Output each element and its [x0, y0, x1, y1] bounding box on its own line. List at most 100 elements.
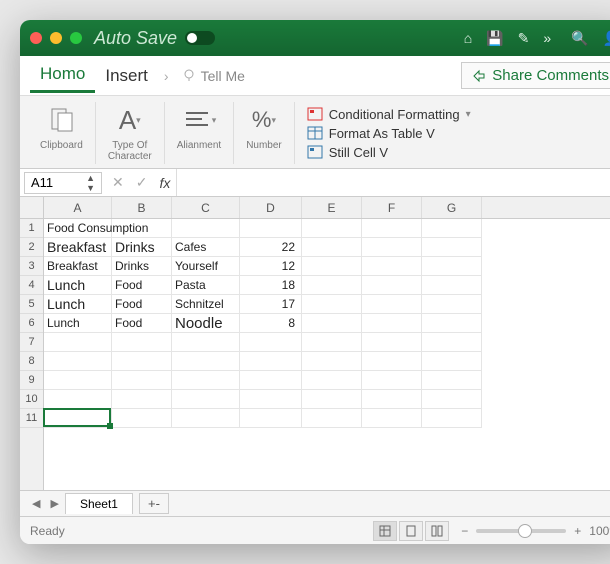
cells-area[interactable]: Food Consumption BreakfastDrinksCafes22 … [44, 219, 610, 490]
cell[interactable] [422, 257, 482, 276]
cell[interactable] [44, 409, 112, 428]
alignment-group[interactable]: ▾ Alianment [165, 102, 234, 164]
cancel-formula-button[interactable]: ✕ [106, 174, 130, 191]
cell[interactable] [362, 333, 422, 352]
cell[interactable] [172, 409, 240, 428]
zoom-value[interactable]: 100% [589, 524, 610, 538]
fx-label[interactable]: fx [153, 175, 176, 191]
cell[interactable]: Schnitzel [172, 295, 240, 314]
add-sheet-button[interactable]: +- [139, 493, 169, 514]
cell[interactable] [422, 333, 482, 352]
cell[interactable]: Breakfast [44, 238, 112, 257]
row-header[interactable]: 1 [20, 219, 43, 238]
cell-styles-button[interactable]: Still Cell V [307, 145, 610, 160]
cell[interactable] [422, 390, 482, 409]
cell[interactable] [44, 371, 112, 390]
cell[interactable] [240, 352, 302, 371]
cell[interactable] [362, 390, 422, 409]
cell[interactable]: Lunch [44, 276, 112, 295]
user-icon[interactable]: 👤 [603, 30, 610, 47]
cell[interactable] [362, 238, 422, 257]
cell[interactable] [44, 333, 112, 352]
zoom-slider[interactable] [476, 529, 566, 533]
zoom-slider-thumb[interactable] [518, 524, 532, 538]
cell[interactable]: Pasta [172, 276, 240, 295]
cell[interactable] [112, 352, 172, 371]
cell[interactable] [422, 314, 482, 333]
col-header[interactable]: F [362, 197, 422, 218]
row-header[interactable]: 8 [20, 352, 43, 371]
cell[interactable] [112, 371, 172, 390]
share-button[interactable]: Share Comments [461, 62, 610, 89]
cell[interactable] [172, 371, 240, 390]
cell[interactable] [362, 352, 422, 371]
format-as-table-button[interactable]: Format As Table V [307, 126, 610, 141]
cell[interactable] [302, 219, 362, 238]
cell[interactable] [422, 276, 482, 295]
cell[interactable] [44, 390, 112, 409]
cell[interactable] [422, 295, 482, 314]
formula-input[interactable] [176, 169, 610, 196]
row-header[interactable]: 5 [20, 295, 43, 314]
cell[interactable]: Noodle [172, 314, 240, 333]
col-header[interactable]: B [112, 197, 172, 218]
col-header[interactable]: G [422, 197, 482, 218]
cell[interactable] [362, 219, 422, 238]
home-icon[interactable]: ⌂ [464, 30, 472, 46]
cell[interactable]: Cafes [172, 238, 240, 257]
more-icon[interactable]: » [543, 30, 551, 46]
row-header[interactable]: 9 [20, 371, 43, 390]
sheet-tab[interactable]: Sheet1 [65, 493, 133, 514]
cell[interactable] [240, 390, 302, 409]
cell[interactable] [422, 409, 482, 428]
cell[interactable] [302, 390, 362, 409]
number-group[interactable]: %▾ Number [234, 102, 295, 164]
cell[interactable] [362, 257, 422, 276]
confirm-formula-button[interactable]: ✓ [130, 174, 154, 191]
row-header[interactable]: 4 [20, 276, 43, 295]
cell[interactable]: Food [112, 276, 172, 295]
cell[interactable] [112, 409, 172, 428]
font-group[interactable]: A▾ Type Of Character [96, 102, 165, 164]
cell[interactable] [172, 352, 240, 371]
cell[interactable] [302, 371, 362, 390]
cell[interactable] [302, 295, 362, 314]
minimize-window-button[interactable] [50, 32, 62, 44]
row-header[interactable]: 2 [20, 238, 43, 257]
cell[interactable] [44, 352, 112, 371]
cell[interactable] [302, 314, 362, 333]
cell[interactable] [240, 333, 302, 352]
cell[interactable] [422, 238, 482, 257]
maximize-window-button[interactable] [70, 32, 82, 44]
next-sheet-button[interactable]: ▶ [46, 497, 62, 510]
cell[interactable] [172, 219, 240, 238]
cell[interactable] [362, 371, 422, 390]
conditional-formatting-button[interactable]: Conditional Formatting▾ [307, 107, 610, 122]
cell[interactable] [422, 219, 482, 238]
cell[interactable] [112, 333, 172, 352]
cell[interactable]: Drinks [112, 238, 172, 257]
cell[interactable]: 17 [240, 295, 302, 314]
cell[interactable]: Food Consumption [44, 219, 112, 238]
col-header[interactable]: A [44, 197, 112, 218]
close-window-button[interactable] [30, 32, 42, 44]
name-box[interactable]: A11 ▲▼ [24, 172, 102, 194]
cell[interactable] [302, 238, 362, 257]
cell[interactable] [302, 276, 362, 295]
search-icon[interactable]: 🔍 [571, 30, 588, 47]
tab-insert[interactable]: Insert [95, 60, 158, 92]
zoom-in-button[interactable]: + [574, 524, 581, 538]
cell[interactable]: Breakfast [44, 257, 112, 276]
cell[interactable] [112, 390, 172, 409]
tell-me-search[interactable]: Tell Me [181, 68, 245, 84]
col-header[interactable]: C [172, 197, 240, 218]
cell[interactable] [302, 257, 362, 276]
cell[interactable]: Food [112, 314, 172, 333]
cell[interactable] [240, 371, 302, 390]
autosave-toggle[interactable] [185, 31, 215, 45]
cell[interactable] [362, 276, 422, 295]
cell[interactable] [302, 333, 362, 352]
row-header[interactable]: 7 [20, 333, 43, 352]
spreadsheet-grid[interactable]: 1 2 3 4 5 6 7 8 9 10 11 A B C D E F G Fo… [20, 197, 610, 490]
cell[interactable] [172, 333, 240, 352]
